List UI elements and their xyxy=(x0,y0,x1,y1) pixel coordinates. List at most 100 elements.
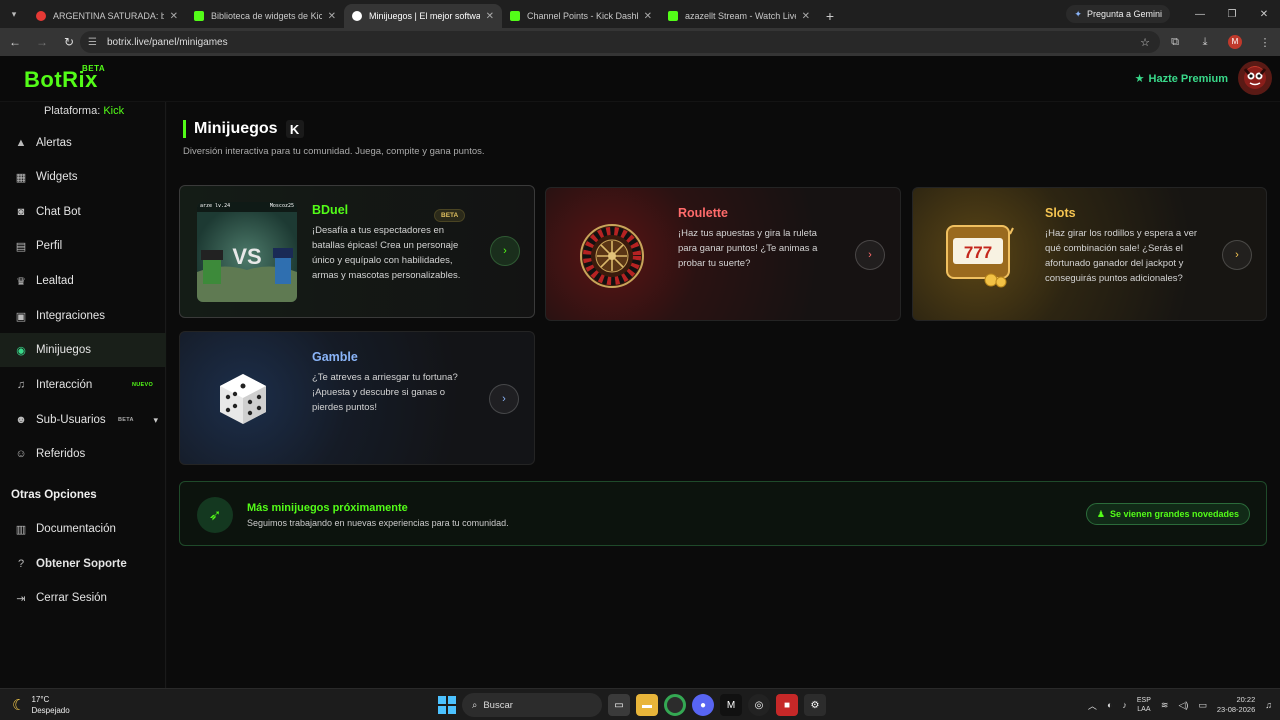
play-roulette-button[interactable]: › xyxy=(855,240,885,270)
notifications-icon[interactable]: ♫ xyxy=(1265,700,1272,710)
taskbar-search[interactable]: ⌕ Buscar xyxy=(462,693,602,717)
weather-status: Despejado xyxy=(31,706,70,715)
tab-favicon-icon xyxy=(510,11,520,21)
sidebar-item-label: Sub-Usuarios xyxy=(36,414,106,426)
reload-icon[interactable]: ↻ xyxy=(57,30,81,54)
tray-app-icon[interactable]: ◐ xyxy=(1107,700,1112,710)
browser-tab[interactable]: azazellt Stream - Watch Live o ✕ xyxy=(660,4,818,28)
task-view-icon[interactable]: ▭ xyxy=(608,694,630,716)
maximize-icon[interactable]: ❐ xyxy=(1216,0,1248,28)
chrome-icon[interactable] xyxy=(664,694,686,716)
sidebar-item-interaccion[interactable]: ♫ Interacción NUEVO xyxy=(0,368,166,402)
sidebar-item-alertas[interactable]: ▲ Alertas xyxy=(0,126,166,160)
platform-label: Plataforma: xyxy=(44,105,101,117)
news-button-label: Se vienen grandes novedades xyxy=(1109,509,1239,519)
gemini-button[interactable]: ✦ Pregunta a Gemini xyxy=(1066,5,1170,23)
logout-icon: ⇥ xyxy=(16,592,26,605)
tab-close-icon[interactable]: ✕ xyxy=(644,11,652,22)
minimize-icon[interactable]: — xyxy=(1184,0,1216,28)
game-name: BDuel xyxy=(312,203,349,217)
volume-icon[interactable]: ◁) xyxy=(1178,700,1188,711)
tab-close-icon[interactable]: ✕ xyxy=(486,11,494,22)
windows-start-icon[interactable] xyxy=(438,696,456,714)
bookmark-star-icon[interactable]: ☆ xyxy=(1130,36,1160,49)
play-gamble-button[interactable]: › xyxy=(489,384,519,414)
sidebar-item-perfil[interactable]: ▤ Perfil xyxy=(0,229,166,263)
download-icon[interactable]: ⤓ xyxy=(1190,36,1220,49)
url-text: botrix.live/panel/minigames xyxy=(106,36,228,48)
sidebar-item-label: Referidos xyxy=(36,448,86,460)
chevron-down-icon[interactable]: ▾ xyxy=(153,415,158,426)
sidebar-item-referidos[interactable]: ☺ Referidos xyxy=(0,437,166,471)
premium-button[interactable]: ★ Hazte Premium xyxy=(1135,72,1228,86)
logo-beta-badge: BETA xyxy=(82,64,106,73)
recorder-icon[interactable]: ■ xyxy=(776,694,798,716)
close-window-icon[interactable]: ✕ xyxy=(1248,0,1280,28)
grid-icon: ▦ xyxy=(15,171,27,184)
language-indicator[interactable]: ESP LAA xyxy=(1137,696,1151,714)
sidebar-item-sub-usuarios[interactable]: ☻ Sub-Usuarios BETA ▾ xyxy=(0,403,166,437)
tab-title: Biblioteca de widgets de KickBot xyxy=(211,11,322,21)
browser-tab[interactable]: ARGENTINA SATURADA: botón ✕ xyxy=(28,4,186,28)
sidebar-item-chatbot[interactable]: ◙ Chat Bot xyxy=(0,195,166,229)
file-explorer-icon[interactable]: ▬ xyxy=(636,694,658,716)
lang-primary: ESP xyxy=(1136,697,1151,704)
user-avatar[interactable] xyxy=(1238,61,1272,95)
clock[interactable]: 20:22 23-08-2026 xyxy=(1217,695,1255,715)
gemini-icon: ✦ xyxy=(1074,8,1082,19)
discord-icon[interactable]: ● xyxy=(692,694,714,716)
browser-menu-icon[interactable]: ⋮ xyxy=(1250,36,1280,49)
sidebar-item-lealtad[interactable]: ♛ Lealtad xyxy=(0,264,166,298)
premium-label: Hazte Premium xyxy=(1148,72,1228,85)
sidebar-item-documentacion[interactable]: ▥ Documentación xyxy=(0,512,166,546)
weather-widget[interactable]: ☾ 17°C Despejado xyxy=(12,694,70,716)
browser-tab[interactable]: Biblioteca de widgets de KickBot ✕ xyxy=(186,4,344,28)
sidebar-item-cerrar-sesion[interactable]: ⇥ Cerrar Sesión xyxy=(0,581,166,615)
tab-search-icon[interactable]: ▾ xyxy=(0,0,28,28)
play-slots-button[interactable]: › xyxy=(1222,240,1252,270)
battery-icon[interactable]: ▭ xyxy=(1198,700,1207,711)
tray-expand-icon[interactable]: ︿ xyxy=(1088,699,1097,712)
tab-close-icon[interactable]: ✕ xyxy=(802,11,810,22)
tab-close-icon[interactable]: ✕ xyxy=(170,11,178,22)
tab-close-icon[interactable]: ✕ xyxy=(328,11,336,22)
site-info-icon[interactable]: ☰ xyxy=(88,37,97,48)
wifi-icon[interactable]: ≋ xyxy=(1161,700,1169,711)
profile-avatar[interactable]: M xyxy=(1228,35,1242,49)
microphone-icon[interactable]: ♪ xyxy=(1122,700,1127,710)
os-taskbar: ☾ 17°C Despejado ⌕ Buscar ▭ ▬ ● M ◎ ■ ⚙ … xyxy=(0,688,1280,720)
sidebar-item-label: Chat Bot xyxy=(36,206,81,218)
game-card-slots[interactable]: 777 Slots ¡Haz girar los rodillos y espe… xyxy=(912,187,1267,321)
sidebar-item-label: Obtener Soporte xyxy=(36,558,127,570)
extensions-icon[interactable]: ⧉ xyxy=(1160,36,1190,49)
sidebar-item-minijuegos[interactable]: ◉ Minijuegos xyxy=(0,333,166,367)
news-button[interactable]: ♟ Se vienen grandes novedades xyxy=(1085,503,1250,525)
platform-indicator: Plataforma: Kick xyxy=(44,105,124,117)
sidebar-item-integraciones[interactable]: ▣ Integraciones xyxy=(0,299,166,333)
id-card-icon: ▤ xyxy=(15,240,27,253)
sidebar-item-label: Documentación xyxy=(36,523,116,535)
obs-icon[interactable]: ◎ xyxy=(748,694,770,716)
forward-icon[interactable]: → xyxy=(30,30,54,54)
bell-icon: ♟ xyxy=(1096,508,1105,519)
sidebar-item-soporte[interactable]: ? Obtener Soporte xyxy=(0,547,166,581)
lang-secondary: LAA xyxy=(1137,706,1151,713)
play-bduel-button[interactable]: › xyxy=(490,236,520,266)
tab-title: Minijuegos | El mejor software xyxy=(369,11,480,21)
game-card-bduel[interactable]: VS arze lv.24 Moscoz25 BDuel BETA ¡Desaf… xyxy=(179,185,535,318)
address-bar[interactable]: ☰ botrix.live/panel/minigames xyxy=(80,31,1160,53)
browser-tab[interactable]: Channel Points - Kick Dashboard ✕ xyxy=(502,4,660,28)
main-content: Minijuegos K Diversión interactiva para … xyxy=(167,102,1280,688)
settings-icon[interactable]: ⚙ xyxy=(804,694,826,716)
referral-icon: ☺ xyxy=(15,448,27,460)
game-card-gamble[interactable]: Gamble ¿Te atreves a arriesgar tu fortun… xyxy=(179,331,535,465)
chevron-right-icon: › xyxy=(502,393,506,405)
sidebar-item-widgets[interactable]: ▦ Widgets xyxy=(0,160,166,194)
capcut-icon[interactable]: M xyxy=(720,694,742,716)
back-icon[interactable]: ← xyxy=(3,30,27,54)
browser-tab-active[interactable]: Minijuegos | El mejor software ✕ xyxy=(344,4,502,28)
game-card-roulette[interactable]: Roulette ¡Haz tus apuestas y gira la rul… xyxy=(545,187,901,321)
botrix-logo[interactable]: BotRix BETA xyxy=(24,64,105,93)
plug-icon: ▣ xyxy=(15,310,27,323)
new-tab-button[interactable]: + xyxy=(818,4,842,28)
